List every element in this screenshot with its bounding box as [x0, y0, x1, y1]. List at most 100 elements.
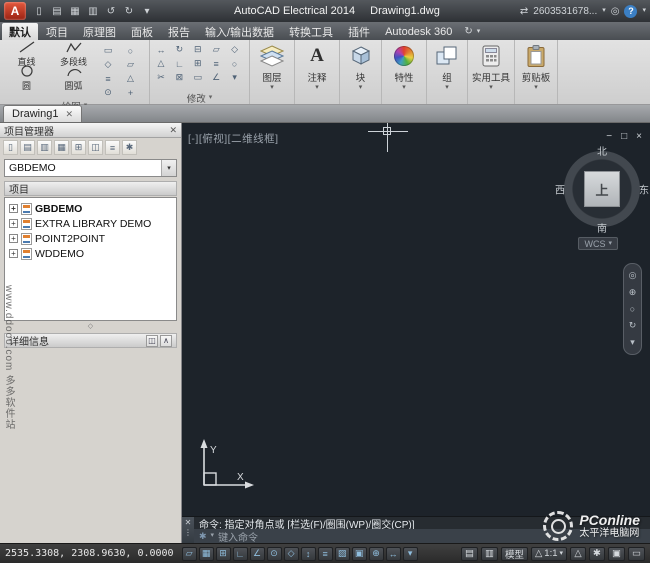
model-space-button[interactable]: 模型: [501, 547, 528, 561]
coordinates-readout[interactable]: 2535.3308, 2308.9630, 0.0000: [5, 548, 174, 559]
expand-icon[interactable]: +: [9, 219, 18, 228]
status-toggle[interactable]: ▨: [335, 547, 350, 561]
quick-view-icon[interactable]: ▤: [461, 547, 478, 561]
details-collapse-button[interactable]: ∧: [160, 335, 172, 347]
draw-tool-icon[interactable]: ○: [124, 44, 138, 57]
expand-icon[interactable]: +: [9, 204, 18, 213]
chevron-down-icon[interactable]: ▾: [211, 533, 215, 539]
annotation-button[interactable]: A 注释 ▾: [295, 43, 339, 104]
command-window-grip[interactable]: ✕ ⋮: [182, 517, 194, 543]
modify-tool-icon[interactable]: ↔: [154, 43, 168, 56]
clipboard-button[interactable]: 剪贴板 ▾: [515, 43, 557, 104]
draw-tool-icon[interactable]: △: [124, 72, 138, 85]
minimize-icon[interactable]: −: [606, 131, 612, 142]
tab-panel[interactable]: 面板: [124, 23, 160, 40]
close-icon[interactable]: ✕: [65, 109, 73, 120]
status-toggle[interactable]: ⊕: [369, 547, 384, 561]
project-toolbar-icon[interactable]: ✱: [122, 140, 137, 155]
close-icon[interactable]: ✕: [185, 518, 192, 527]
draw-tool-icon[interactable]: ▱: [124, 58, 138, 71]
modify-panel-label[interactable]: 修改 ▾: [150, 91, 249, 104]
modify-tool-icon[interactable]: ≡: [209, 57, 223, 70]
details-section-header[interactable]: 详细信息 ◫ ∧: [4, 333, 177, 348]
modify-tool-icon[interactable]: ⊠: [172, 71, 186, 84]
draw-tool-icon[interactable]: ≡: [101, 72, 115, 85]
modify-tool-icon[interactable]: ∟: [172, 57, 186, 70]
status-toggle[interactable]: ∟: [233, 547, 248, 561]
tree-item-gbdemo[interactable]: + GBDEMO: [7, 201, 174, 216]
qat-icon[interactable]: ▤: [50, 5, 64, 18]
qat-icon[interactable]: ▾: [140, 5, 154, 18]
tab-reports[interactable]: 报告: [161, 23, 197, 40]
project-toolbar-icon[interactable]: ◫: [88, 140, 103, 155]
status-tool-icon[interactable]: △: [570, 547, 586, 561]
circle-button[interactable]: 圆: [3, 66, 50, 90]
arc-button[interactable]: 圆弧: [50, 66, 97, 90]
modify-tool-icon[interactable]: ◇: [228, 43, 242, 56]
chevron-down-icon[interactable]: ▾: [642, 8, 646, 14]
command-tools-icon[interactable]: ✱: [199, 531, 207, 542]
tab-project[interactable]: 项目: [39, 23, 75, 40]
draw-tool-icon[interactable]: ▭: [101, 44, 115, 57]
signin-user[interactable]: 2603531678...: [533, 6, 597, 17]
sync-icon[interactable]: ↻: [464, 26, 472, 37]
compass-west[interactable]: 西: [555, 182, 565, 197]
chevron-down-icon[interactable]: ▾: [161, 160, 176, 176]
project-toolbar-icon[interactable]: ▤: [20, 140, 35, 155]
compass-south[interactable]: 南: [597, 220, 607, 235]
modify-tool-icon[interactable]: ∠: [209, 71, 223, 84]
nav-tool-icon[interactable]: ◎: [629, 270, 637, 281]
modify-tool-icon[interactable]: ▭: [191, 71, 205, 84]
modify-tool-icon[interactable]: ▱: [209, 43, 223, 56]
compass-north[interactable]: 北: [597, 143, 607, 158]
expand-icon[interactable]: +: [9, 234, 18, 243]
status-toggle[interactable]: ▦: [199, 547, 214, 561]
tree-item-extra-library-demo[interactable]: + EXTRA LIBRARY DEMO: [7, 216, 174, 231]
status-toggle[interactable]: ◇: [284, 547, 299, 561]
tab-home[interactable]: 默认: [2, 23, 38, 40]
qat-icon[interactable]: ↻: [122, 5, 136, 18]
view-cube[interactable]: 北 南 西 东 上: [558, 145, 646, 233]
status-tool-icon[interactable]: ✱: [589, 547, 605, 561]
compass-east[interactable]: 东: [639, 182, 649, 197]
nav-tool-icon[interactable]: ⊕: [629, 287, 637, 298]
restore-icon[interactable]: □: [621, 131, 627, 142]
wcs-button[interactable]: WCS ▾: [578, 237, 618, 250]
status-toggle[interactable]: ≡: [318, 547, 333, 561]
utilities-button[interactable]: 实用工具 ▾: [468, 43, 514, 104]
tab-plugins[interactable]: 插件: [341, 23, 377, 40]
qat-icon[interactable]: ▥: [86, 5, 100, 18]
close-icon[interactable]: ✕: [169, 125, 177, 136]
close-icon[interactable]: ×: [636, 131, 642, 142]
details-panel-button[interactable]: ◫: [146, 335, 158, 347]
status-toggle[interactable]: ↕: [301, 547, 316, 561]
block-button[interactable]: 块 ▾: [340, 43, 381, 104]
line-button[interactable]: 直线: [3, 42, 50, 66]
quick-view-icon[interactable]: ▥: [481, 547, 498, 561]
modify-tool-icon[interactable]: ↻: [172, 43, 186, 56]
palette-splitter[interactable]: ◇: [0, 321, 181, 331]
application-menu-button[interactable]: A: [4, 2, 26, 20]
tree-item-point2point[interactable]: + POINT2POINT: [7, 231, 174, 246]
palette-header[interactable]: 项目管理器 ✕: [0, 123, 181, 138]
viewcube-top-face[interactable]: 上: [584, 171, 620, 207]
status-toggle[interactable]: ⊞: [216, 547, 231, 561]
document-tab-drawing1[interactable]: Drawing1 ✕: [3, 105, 82, 122]
qat-icon[interactable]: ↺: [104, 5, 118, 18]
tab-schematic[interactable]: 原理图: [76, 23, 123, 40]
project-select[interactable]: GBDEMO ▾: [4, 159, 177, 177]
status-toggle[interactable]: ↔: [386, 547, 401, 561]
nav-tool-icon[interactable]: ○: [630, 304, 635, 314]
viewport-controls[interactable]: [-][俯视][二维线框]: [188, 131, 279, 146]
chevron-down-icon[interactable]: ▾: [602, 8, 606, 14]
modify-tool-icon[interactable]: △: [154, 57, 168, 70]
project-toolbar-icon[interactable]: ▥: [37, 140, 52, 155]
tab-conversion-tools[interactable]: 转换工具: [282, 23, 340, 40]
status-toggle[interactable]: ▱: [182, 547, 197, 561]
tree-item-wddemo[interactable]: + WDDEMO: [7, 246, 174, 261]
status-toggle[interactable]: ▣: [352, 547, 367, 561]
project-toolbar-icon[interactable]: ▦: [54, 140, 69, 155]
status-tool-icon[interactable]: ▣: [608, 547, 625, 561]
layers-button[interactable]: 图层 ▾: [250, 43, 294, 104]
annotation-scale-button[interactable]: △ 1:1 ▾: [531, 547, 567, 561]
